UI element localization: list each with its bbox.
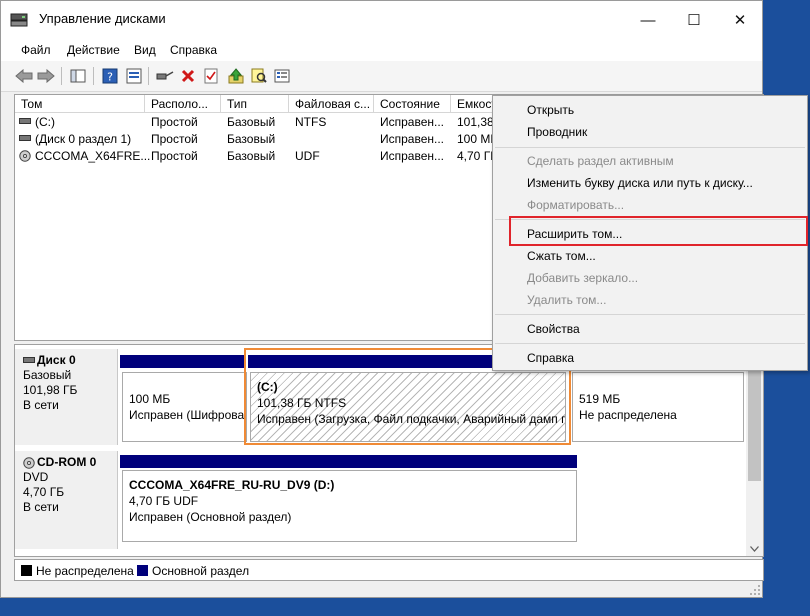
volume-type: Базовый — [227, 149, 276, 163]
drive-icon — [19, 118, 31, 124]
drive-icon — [23, 357, 35, 363]
menu-separator — [495, 147, 805, 148]
volume-layout: Простой — [151, 115, 198, 129]
cdrom0-label[interactable]: CD-ROM 0 DVD 4,70 ГБ В сети — [15, 451, 118, 549]
panel-icon[interactable] — [69, 67, 87, 85]
menu-item-properties[interactable]: Свойства — [527, 322, 580, 336]
partition-color-bar — [120, 455, 577, 468]
delete-icon[interactable] — [179, 67, 197, 85]
volume-type: Базовый — [227, 115, 276, 129]
volume-name: (Диск 0 раздел 1) — [35, 132, 132, 146]
partition-color-bar — [120, 355, 245, 368]
menu-item-format: Форматировать... — [527, 198, 625, 212]
title-bar[interactable]: Управление дисками — ☐ ✕ — [1, 1, 762, 39]
vertical-scrollbar[interactable] — [746, 345, 763, 556]
cdrom0-name: CD-ROM 0 — [37, 455, 97, 469]
menu-item-explorer[interactable]: Проводник — [527, 125, 587, 139]
cd-icon — [19, 150, 31, 162]
volume-status: Исправен... — [380, 132, 445, 146]
partition-size: 4,70 ГБ UDF — [129, 494, 199, 508]
column-header-filesystem[interactable]: Файловая с... — [289, 95, 374, 113]
resize-grip-icon[interactable] — [749, 584, 761, 596]
cdrom0-status: В сети — [23, 500, 59, 514]
legend-unallocated: Не распределена — [36, 564, 134, 578]
legend-swatch-unallocated — [21, 565, 32, 576]
list-icon[interactable] — [273, 67, 291, 85]
volume-capacity: 101,38 — [457, 115, 494, 129]
svg-text:?: ? — [107, 71, 113, 84]
column-header-layout[interactable]: Располо... — [145, 95, 221, 113]
menu-item-help[interactable]: Справка — [527, 351, 574, 365]
close-button[interactable]: ✕ — [717, 1, 763, 39]
disk0-partition-efi[interactable]: 100 МБ Исправен (Шифрова — [122, 372, 247, 442]
drive-icon — [19, 135, 31, 141]
up-icon[interactable] — [227, 67, 245, 85]
volume-status: Исправен... — [380, 149, 445, 163]
menu-item-mark-active: Сделать раздел активным — [527, 154, 674, 168]
check-icon[interactable] — [202, 67, 220, 85]
disk0-size: 101,98 ГБ — [23, 383, 78, 397]
menu-separator — [495, 314, 805, 315]
volume-filesystem: NTFS — [295, 115, 327, 129]
disk0-unallocated[interactable]: 519 МБ Не распределена — [572, 372, 744, 442]
volume-filesystem: UDF — [295, 149, 320, 163]
cd-icon — [23, 457, 35, 469]
partition-size: 100 МБ — [129, 392, 171, 406]
menu-item-shrink-volume[interactable]: Сжать том... — [527, 249, 596, 263]
scroll-thumb[interactable] — [748, 361, 761, 481]
column-header-type[interactable]: Тип — [221, 95, 289, 113]
partition-status: Исправен (Основной раздел) — [129, 510, 292, 524]
legend-bar: Не распределена Основной раздел — [14, 559, 764, 581]
partition-status: Исправен (Шифрова — [129, 408, 245, 422]
maximize-button[interactable]: ☐ — [671, 1, 717, 39]
menu-bar: Файл Действие Вид Справка — [1, 39, 762, 61]
volume-name: (C:) — [35, 115, 55, 129]
partition-label: CCCOMA_X64FRE_RU-RU_DV9 (D:) — [129, 478, 335, 492]
toolbar-separator — [148, 67, 149, 85]
disk0-label[interactable]: Диск 0 Базовый 101,98 ГБ В сети — [15, 349, 118, 445]
menu-view[interactable]: Вид — [134, 43, 156, 57]
partition-status: Не распределена — [579, 408, 677, 422]
scroll-down-icon[interactable] — [750, 546, 759, 552]
disk0-type: Базовый — [23, 368, 72, 382]
volume-layout: Простой — [151, 149, 198, 163]
volume-layout: Простой — [151, 132, 198, 146]
window-title: Управление дисками — [39, 11, 166, 26]
menu-item-open[interactable]: Открыть — [527, 103, 574, 117]
cdrom0-type: DVD — [23, 470, 49, 484]
partition-size: 519 МБ — [579, 392, 621, 406]
volume-status: Исправен... — [380, 115, 445, 129]
cdrom0-size: 4,70 ГБ — [23, 485, 65, 499]
toolbar: ? — [1, 61, 762, 92]
cdrom0-partition[interactable]: CCCOMA_X64FRE_RU-RU_DV9 (D:) 4,70 ГБ UDF… — [122, 470, 577, 542]
help-icon[interactable]: ? — [101, 67, 119, 85]
forward-arrow-icon[interactable] — [37, 67, 55, 85]
back-arrow-icon[interactable] — [15, 67, 33, 85]
disk-management-icon — [10, 13, 28, 27]
connect-icon[interactable] — [156, 67, 174, 85]
menu-item-delete-volume: Удалить том... — [527, 293, 607, 307]
legend-primary: Основной раздел — [152, 564, 250, 578]
toolbar-separator — [93, 67, 94, 85]
search-icon[interactable] — [250, 67, 268, 85]
minimize-button[interactable]: — — [625, 1, 671, 39]
column-header-volume[interactable]: Том — [15, 95, 145, 113]
extend-volume-callout — [509, 216, 808, 246]
column-header-status[interactable]: Состояние — [374, 95, 451, 113]
menu-file[interactable]: Файл — [21, 43, 51, 57]
menu-item-change-letter[interactable]: Изменить букву диска или путь к диску... — [527, 176, 753, 190]
properties-icon[interactable] — [125, 67, 143, 85]
menu-help[interactable]: Справка — [170, 43, 217, 57]
volume-type: Базовый — [227, 132, 276, 146]
toolbar-separator — [61, 67, 62, 85]
legend-swatch-primary — [137, 565, 148, 576]
menu-item-add-mirror: Добавить зеркало... — [527, 271, 639, 285]
disk0-status: В сети — [23, 398, 59, 412]
menu-separator — [495, 343, 805, 344]
disk0-name: Диск 0 — [37, 353, 76, 367]
volume-name: CCCOMA_X64FRE... — [35, 149, 151, 163]
menu-action[interactable]: Действие — [67, 43, 120, 57]
